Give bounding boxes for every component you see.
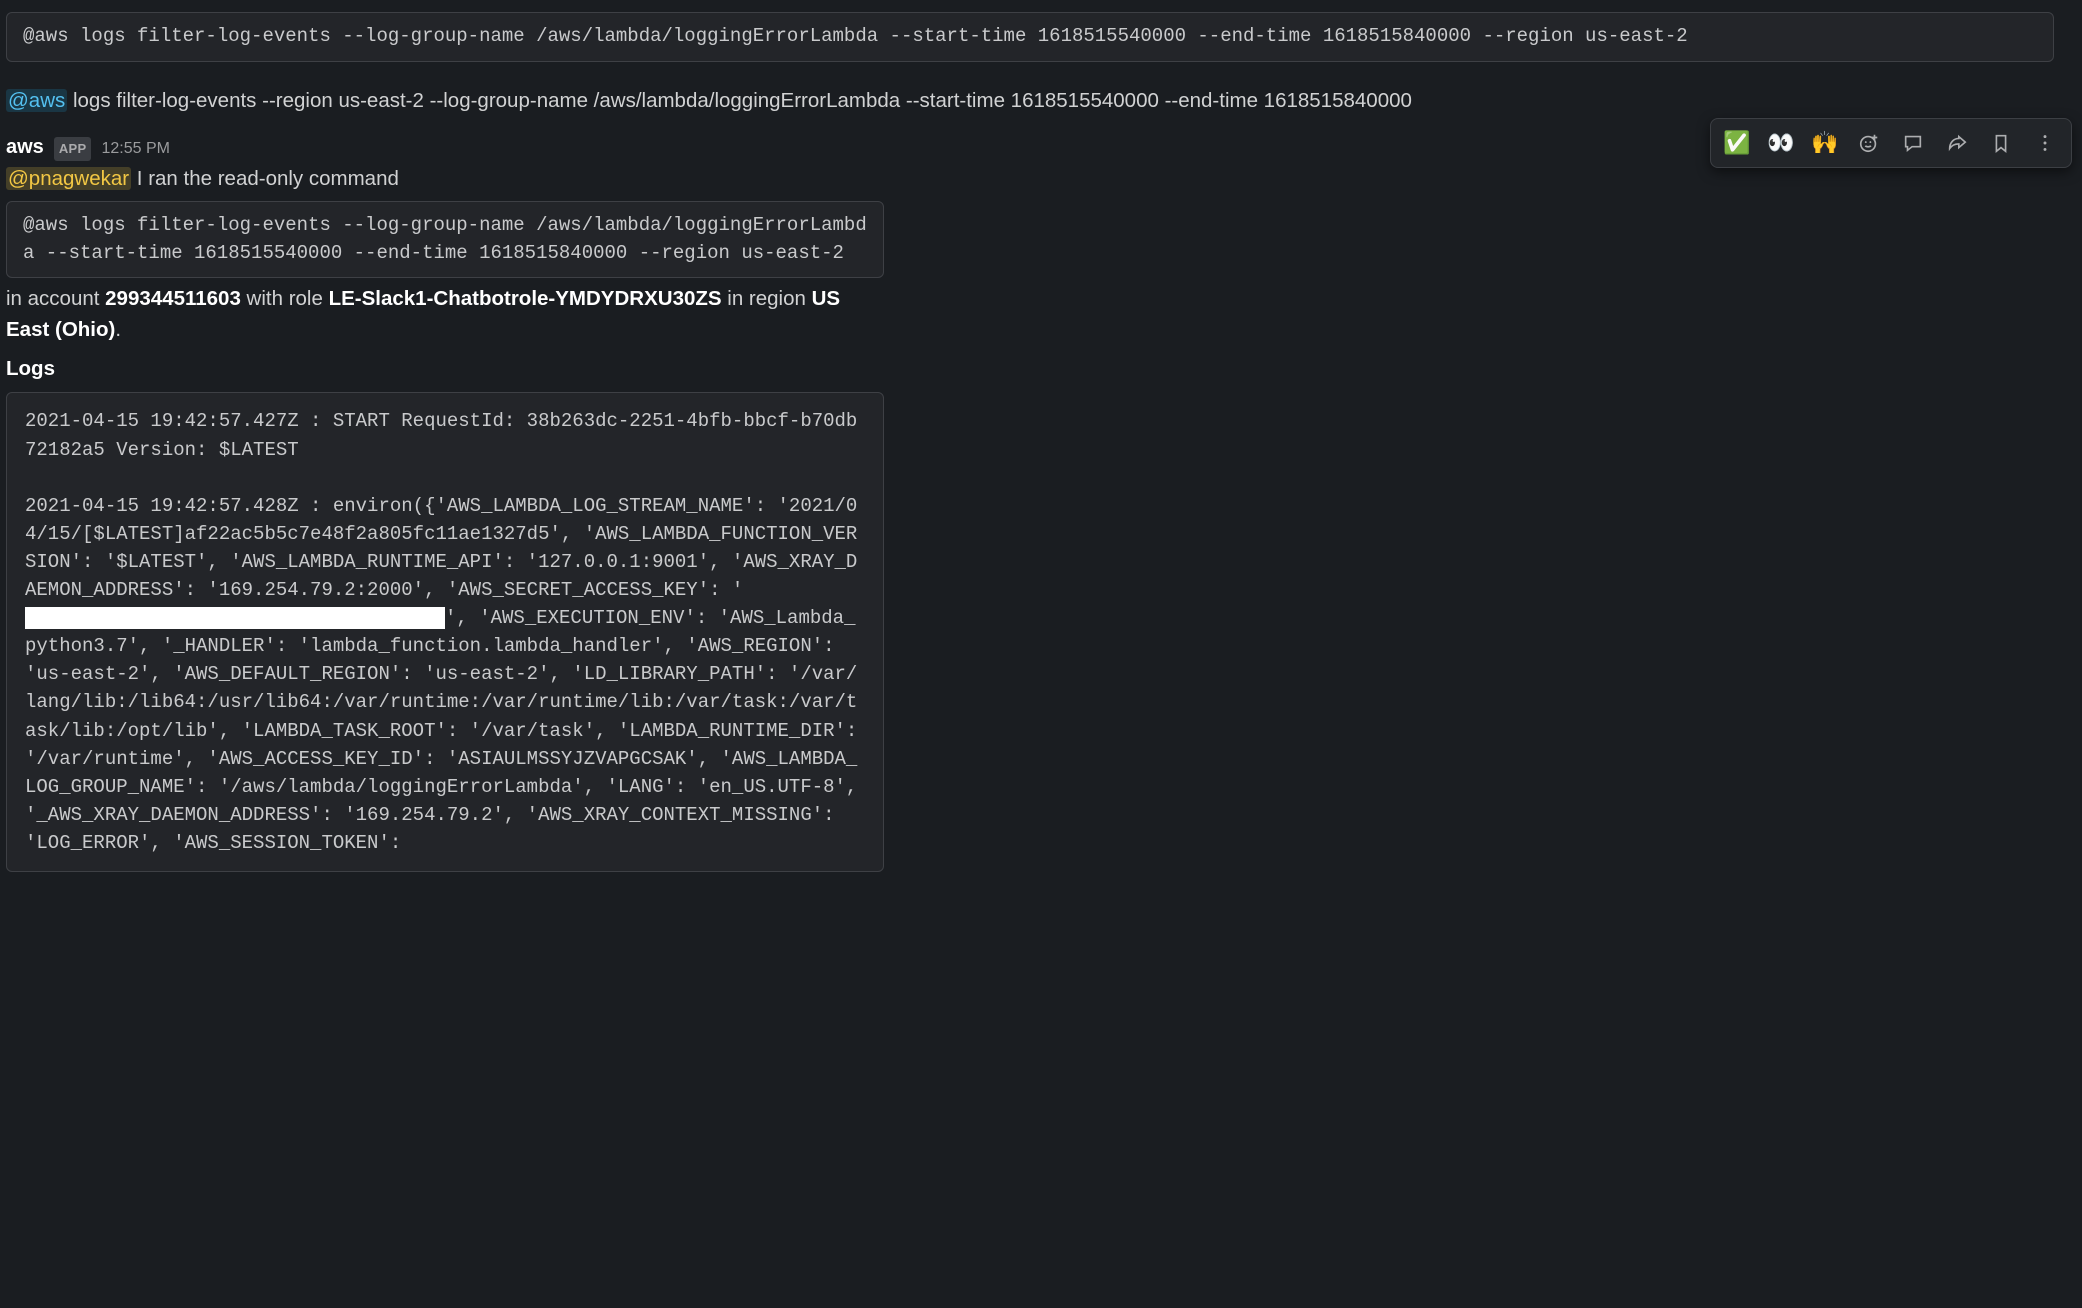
raised-hands-emoji-icon: 🙌 [1811,132,1838,154]
role-name: LE-Slack1-Chatbotrole-YMDYDRXU30ZS [329,287,722,310]
log-line-2a: 2021-04-15 19:42:57.428Z : environ({'AWS… [25,495,857,601]
message-row-1: @aws logs filter-log-events --log-group-… [0,0,2082,74]
add-reaction-button[interactable] [1849,123,1889,163]
reply-intro-text: I ran the read-only command [131,167,399,190]
mention-aws[interactable]: @aws [6,89,67,112]
message-hover-toolbar: ✅ 👀 🙌 [1710,118,2072,168]
sender-name[interactable]: aws [6,132,44,162]
app-badge: APP [54,137,92,161]
share-button[interactable] [1937,123,1977,163]
message-row-reply: ✅ 👀 🙌 aws APP 12:55 PM @pnagwekar I ran … [0,122,2082,878]
account-pre: in account [6,287,105,310]
command-text: @aws logs filter-log-events --log-group-… [23,214,867,264]
react-check-button[interactable]: ✅ [1717,123,1757,163]
mention-user[interactable]: @pnagwekar [6,167,131,190]
region-post: . [115,318,121,341]
check-emoji-icon: ✅ [1723,132,1750,154]
message-text: @aws logs filter-log-events --region us-… [6,89,1412,112]
code-block-prior[interactable]: @aws logs filter-log-events --log-group-… [6,12,2054,62]
log-line-2b: ', 'AWS_EXECUTION_ENV': 'AWS_Lambda_pyth… [25,607,869,854]
account-id: 299344511603 [105,287,241,310]
bookmark-button[interactable] [1981,123,2021,163]
command-code-block[interactable]: @aws logs filter-log-events --log-group-… [6,201,884,278]
mention-aws-code: @aws [23,25,69,47]
react-raised-hands-button[interactable]: 🙌 [1805,123,1845,163]
region-pre: in region [722,287,812,310]
account-context-line: in account 299344511603 with role LE-Sla… [6,284,884,346]
more-actions-button[interactable] [2025,123,2065,163]
reply-thread-button[interactable] [1893,123,1933,163]
reply-intro-line: @pnagwekar I ran the read-only command [6,164,2054,195]
log-line-1: 2021-04-15 19:42:57.427Z : START Request… [25,410,857,460]
message-timestamp[interactable]: 12:55 PM [101,137,169,161]
react-eyes-button[interactable]: 👀 [1761,123,1801,163]
role-pre: with role [241,287,329,310]
logs-code-block[interactable]: 2021-04-15 19:42:57.427Z : START Request… [6,392,884,872]
code-text: logs filter-log-events --log-group-name … [69,25,1688,47]
eyes-emoji-icon: 👀 [1767,132,1794,154]
redacted-secret [25,607,445,629]
message-row-2: @aws logs filter-log-events --region us-… [0,74,2082,123]
logs-heading: Logs [6,354,2054,385]
message-body: logs filter-log-events --region us-east-… [67,89,1412,112]
